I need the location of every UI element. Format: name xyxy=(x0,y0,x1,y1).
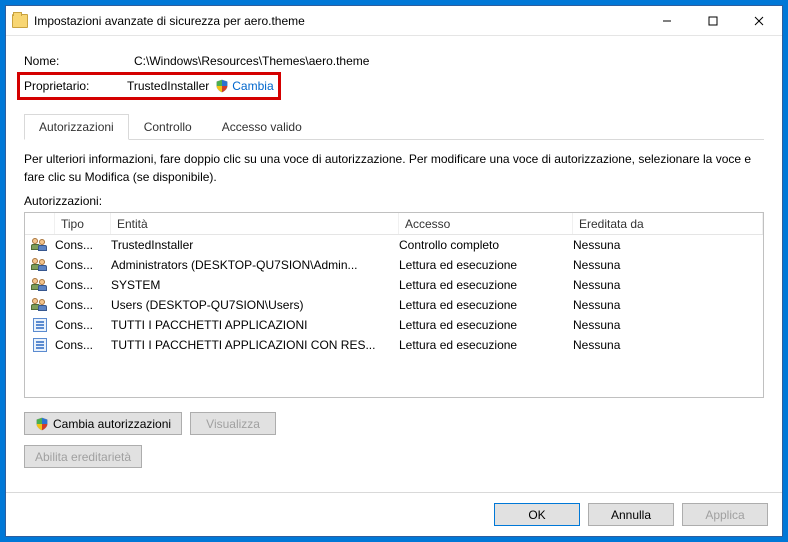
maximize-button[interactable] xyxy=(690,6,736,35)
shield-icon xyxy=(35,417,49,431)
cell-entity: Users (DESKTOP-QU7SION\Users) xyxy=(111,298,399,312)
name-row: Nome: C:\Windows\Resources\Themes\aero.t… xyxy=(24,50,764,72)
tab-auditing[interactable]: Controllo xyxy=(129,114,207,140)
table-row[interactable]: Cons...SYSTEMLettura ed esecuzioneNessun… xyxy=(25,275,763,295)
enable-inheritance-button: Abilita ereditarietà xyxy=(24,445,142,468)
permissions-list[interactable]: Tipo Entità Accesso Ereditata da Cons...… xyxy=(24,212,764,398)
col-entity[interactable]: Entità xyxy=(111,213,399,234)
apply-button: Applica xyxy=(682,503,768,526)
col-access[interactable]: Accesso xyxy=(399,213,573,234)
table-row[interactable]: Cons...Users (DESKTOP-QU7SION\Users)Lett… xyxy=(25,295,763,315)
tab-permissions[interactable]: Autorizzazioni xyxy=(24,114,129,140)
window-title: Impostazioni avanzate di sicurezza per a… xyxy=(34,14,644,28)
cell-type: Cons... xyxy=(55,238,111,252)
group-icon xyxy=(32,298,48,312)
cell-access: Lettura ed esecuzione xyxy=(399,298,573,312)
cell-entity: TUTTI I PACCHETTI APPLICAZIONI xyxy=(111,318,399,332)
owner-value: TrustedInstaller xyxy=(127,79,209,93)
owner-highlight-box: Proprietario: TrustedInstaller Cambia xyxy=(17,72,281,100)
table-row[interactable]: Cons...Administrators (DESKTOP-QU7SION\A… xyxy=(25,255,763,275)
cell-type: Cons... xyxy=(55,318,111,332)
col-icon[interactable] xyxy=(25,213,55,234)
content-area: Nome: C:\Windows\Resources\Themes\aero.t… xyxy=(6,36,782,492)
cell-access: Controllo completo xyxy=(399,238,573,252)
cell-access: Lettura ed esecuzione xyxy=(399,318,573,332)
cell-access: Lettura ed esecuzione xyxy=(399,338,573,352)
cancel-button[interactable]: Annulla xyxy=(588,503,674,526)
tab-body: Per ulteriori informazioni, fare doppio … xyxy=(24,140,764,480)
close-button[interactable] xyxy=(736,6,782,35)
cell-type: Cons... xyxy=(55,338,111,352)
info-block: Nome: C:\Windows\Resources\Themes\aero.t… xyxy=(24,50,764,100)
cell-type: Cons... xyxy=(55,278,111,292)
cell-entity: TUTTI I PACCHETTI APPLICAZIONI CON RES..… xyxy=(111,338,399,352)
tab-strip: Autorizzazioni Controllo Accesso valido xyxy=(24,114,764,140)
group-icon xyxy=(32,278,48,292)
cell-type: Cons... xyxy=(55,258,111,272)
permissions-header: Tipo Entità Accesso Ereditata da xyxy=(25,213,763,235)
change-permissions-button[interactable]: Cambia autorizzazioni xyxy=(24,412,182,435)
cell-access: Lettura ed esecuzione xyxy=(399,258,573,272)
cell-entity: Administrators (DESKTOP-QU7SION\Admin... xyxy=(111,258,399,272)
inherit-button-row: Abilita ereditarietà xyxy=(24,445,764,468)
name-value: C:\Windows\Resources\Themes\aero.theme xyxy=(134,54,369,68)
cell-inherited: Nessuna xyxy=(573,298,763,312)
change-permissions-label: Cambia autorizzazioni xyxy=(53,417,171,431)
cell-inherited: Nessuna xyxy=(573,318,763,332)
shield-icon xyxy=(215,79,229,93)
col-inherited[interactable]: Ereditata da xyxy=(573,213,763,234)
app-package-icon xyxy=(33,338,47,352)
security-settings-window: Impostazioni avanzate di sicurezza per a… xyxy=(5,5,783,537)
cell-inherited: Nessuna xyxy=(573,338,763,352)
table-row[interactable]: Cons...TrustedInstallerControllo complet… xyxy=(25,235,763,255)
hint-text: Per ulteriori informazioni, fare doppio … xyxy=(24,150,764,186)
permissions-list-label: Autorizzazioni: xyxy=(24,194,764,208)
view-button: Visualizza xyxy=(190,412,276,435)
owner-label: Proprietario: xyxy=(24,79,127,93)
col-type[interactable]: Tipo xyxy=(55,213,111,234)
window-controls xyxy=(644,6,782,35)
cell-type: Cons... xyxy=(55,298,111,312)
group-icon xyxy=(32,238,48,252)
ok-button[interactable]: OK xyxy=(494,503,580,526)
titlebar: Impostazioni avanzate di sicurezza per a… xyxy=(6,6,782,36)
table-row[interactable]: Cons...TUTTI I PACCHETTI APPLICAZIONILet… xyxy=(25,315,763,335)
tab-effective-access[interactable]: Accesso valido xyxy=(207,114,317,140)
cell-inherited: Nessuna xyxy=(573,278,763,292)
action-button-row: Cambia autorizzazioni Visualizza xyxy=(24,412,764,435)
minimize-button[interactable] xyxy=(644,6,690,35)
dialog-footer: OK Annulla Applica xyxy=(6,492,782,536)
app-package-icon xyxy=(33,318,47,332)
window-folder-icon xyxy=(6,14,34,28)
cell-inherited: Nessuna xyxy=(573,258,763,272)
cell-access: Lettura ed esecuzione xyxy=(399,278,573,292)
group-icon xyxy=(32,258,48,272)
name-label: Nome: xyxy=(24,54,134,68)
change-owner-link[interactable]: Cambia xyxy=(232,79,273,93)
table-row[interactable]: Cons...TUTTI I PACCHETTI APPLICAZIONI CO… xyxy=(25,335,763,355)
cell-entity: TrustedInstaller xyxy=(111,238,399,252)
cell-inherited: Nessuna xyxy=(573,238,763,252)
cell-entity: SYSTEM xyxy=(111,278,399,292)
